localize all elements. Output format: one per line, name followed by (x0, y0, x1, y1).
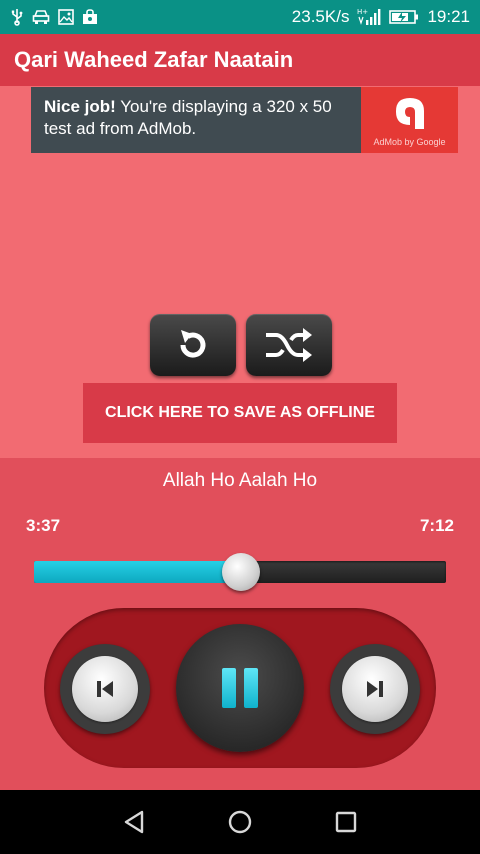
status-bar-right: 23.5K/s H+ 19:21 (292, 0, 470, 34)
track-title: Allah Ho Aalah Ho (162, 470, 318, 491)
app-bar: Qari Waheed Zafar Naatain (0, 34, 480, 86)
next-button[interactable] (330, 644, 420, 734)
signal-icon: H+ (357, 7, 381, 27)
network-speed: 23.5K/s (291, 7, 350, 26)
ad-text: Nice job! You're displaying a 320 x 50 t… (44, 96, 362, 140)
ad-bold-text: Nice job! (44, 97, 116, 116)
nav-home-button[interactable] (200, 790, 280, 854)
network-type: H+ (357, 8, 368, 16)
ad-banner[interactable]: Nice job! You're displaying a 320 x 50 t… (31, 87, 458, 153)
next-knob (342, 656, 408, 722)
bag-icon (82, 9, 98, 25)
nav-recents-button[interactable] (306, 790, 386, 854)
seek-progress (34, 561, 241, 583)
usb-icon (10, 8, 24, 26)
battery-charging-icon (389, 9, 419, 25)
player-panel: Allah Ho Aalah Ho 3:37 7:12 (0, 458, 480, 790)
repeat-icon (180, 330, 206, 358)
nav-back-button[interactable] (94, 790, 174, 854)
navigation-bar (0, 790, 480, 854)
admob-icon (396, 98, 424, 129)
status-bar-left (10, 0, 98, 34)
image-icon (58, 9, 74, 25)
status-bar: 23.5K/s H+ 19:21 (0, 0, 480, 34)
current-time: 3:37 (26, 516, 61, 535)
total-time: 7:12 (419, 516, 454, 535)
next-icon (367, 681, 383, 697)
pause-icon (222, 668, 258, 708)
recents-icon (335, 811, 357, 833)
playback-controls (44, 608, 436, 768)
clock-time: 19:21 (427, 7, 470, 26)
car-icon (32, 9, 50, 25)
shuffle-button[interactable] (246, 314, 332, 376)
seek-thumb[interactable] (221, 553, 260, 591)
home-icon (228, 810, 252, 834)
seek-bar[interactable] (34, 553, 446, 591)
back-icon (124, 810, 144, 834)
previous-knob (72, 656, 138, 722)
save-offline-button[interactable]: CLICK HERE TO SAVE AS OFFLINE (83, 383, 397, 443)
admob-logo: AdMob by Google (361, 87, 458, 153)
previous-icon (97, 681, 113, 697)
app-title: Qari Waheed Zafar Naatain (14, 47, 294, 72)
admob-logo-text: AdMob by Google (373, 137, 446, 147)
repeat-button[interactable] (150, 314, 236, 376)
pause-button[interactable] (176, 624, 304, 752)
previous-button[interactable] (60, 644, 150, 734)
shuffle-icon (266, 328, 312, 362)
